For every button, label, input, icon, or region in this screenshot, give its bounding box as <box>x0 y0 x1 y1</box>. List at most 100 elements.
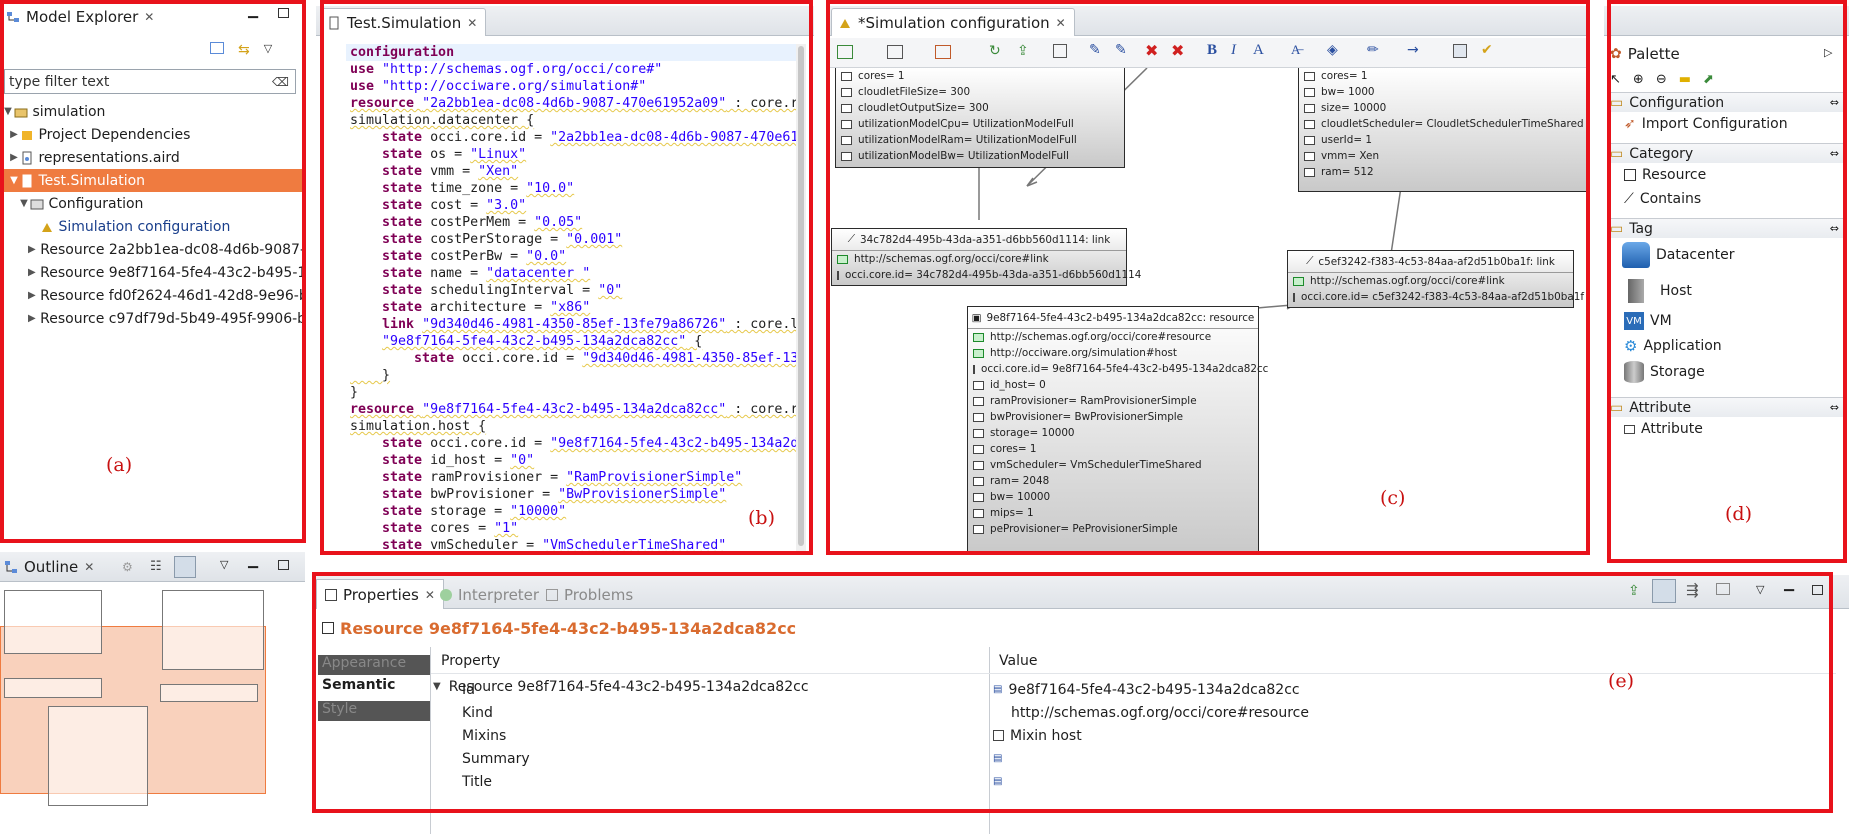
palette-item-datacenter[interactable]: Datacenter <box>1622 242 1734 268</box>
code-line[interactable]: use "http://schemas.ogf.org/occi/core#" <box>350 61 798 78</box>
node-attribute-row[interactable]: bw= 10000 <box>968 489 1258 505</box>
delete-icon[interactable]: ✖ <box>1145 41 1158 60</box>
code-line[interactable]: } <box>350 367 798 384</box>
node-attribute-row[interactable]: bwProvisioner= BwProvisionerSimple <box>968 409 1258 425</box>
palette-item-storage[interactable]: Storage <box>1624 361 1705 383</box>
palette-category-attribute[interactable]: ▭ Attribute ⇔ <box>1610 397 1843 417</box>
diagram-node-cloudlet[interactable]: cores= 1 cloudletFileSize= 300 cloudletOut… <box>835 68 1125 168</box>
node-attribute-row[interactable]: cloudletOutputSize= 300 <box>836 100 1124 116</box>
zoom-in-icon[interactable]: ⊕ <box>1633 72 1644 87</box>
node-attribute-row[interactable]: occi.core.id= c5ef3242-f383-4c53-84aa-af… <box>1288 289 1584 305</box>
node-attribute-row[interactable]: ram= 512 <box>1299 164 1587 180</box>
view-menu-icon[interactable]: ▽ <box>220 558 228 571</box>
code-line[interactable]: state ramProvisioner = "RamProvisionerSi… <box>350 469 798 486</box>
outline-tool-icon[interactable]: ⚙ <box>122 560 133 574</box>
restore-default-icon[interactable] <box>1716 583 1730 595</box>
code-line[interactable]: resource "2a2bb1ea-dc08-4d6b-9087-470e61… <box>350 95 798 112</box>
shape-tool-icon[interactable]: ⬈ <box>1703 72 1714 87</box>
new-property-icon[interactable]: ⇪ <box>1628 583 1640 599</box>
italic-icon[interactable]: I <box>1231 42 1236 59</box>
close-icon[interactable]: ✕ <box>1056 16 1066 30</box>
close-icon[interactable]: ✕ <box>425 588 435 602</box>
code-line[interactable]: state costPerBw = "0.0" <box>350 248 798 265</box>
tree-item-configuration[interactable]: ▼ Configuration <box>0 192 305 215</box>
node-attribute-row[interactable]: occi.core.id= 9e8f7164-5fe4-43c2-b495-13… <box>968 361 1268 377</box>
copy-format-icon[interactable]: ✔ <box>1481 42 1493 58</box>
tree-item-resource-4[interactable]: ▶ Resource c97df79d-5b49-495f-9906-b <box>0 307 305 330</box>
line-color-icon[interactable]: ✏ <box>1367 42 1379 58</box>
select-all-icon[interactable] <box>887 45 903 59</box>
filter-input[interactable]: type filter text ⌫ <box>4 69 296 94</box>
palette-category-configuration[interactable]: ▭ Configuration ⇔ <box>1610 92 1843 112</box>
palette-item-host[interactable]: Host <box>1628 279 1692 303</box>
node-attribute-row[interactable]: http://schemas.ogf.org/occi/core#link <box>1288 273 1573 289</box>
collapse-icon[interactable]: ⇔ <box>1830 147 1839 160</box>
node-attribute-row[interactable]: bw= 1000 <box>1299 84 1587 100</box>
code-line[interactable]: "9e8f7164-5fe4-43c2-b495-134a2dca82cc" { <box>350 333 798 350</box>
editor-vertical-scrollbar[interactable] <box>796 44 806 554</box>
palette-item-application[interactable]: ⚙ Application <box>1624 337 1722 355</box>
tree-item-project-dependencies[interactable]: ▶ Project Dependencies <box>0 123 305 146</box>
filter-icon[interactable]: ⇶ <box>1686 581 1699 599</box>
zoom-out-icon[interactable]: ⊖ <box>1656 72 1667 87</box>
snap-icon[interactable] <box>1453 44 1467 58</box>
code-line[interactable]: simulation.datacenter { <box>350 112 798 129</box>
property-value-kind[interactable]: http://schemas.ogf.org/occi/core#resourc… <box>1011 701 1309 724</box>
palette-item-attribute[interactable]: Attribute <box>1624 421 1703 437</box>
maximize-icon[interactable] <box>278 560 289 570</box>
layers-icon[interactable] <box>935 45 951 59</box>
node-attribute-row[interactable]: vmScheduler= VmSchedulerTimeShared <box>968 457 1258 473</box>
export-icon[interactable]: ⇪ <box>1017 43 1029 59</box>
tree-item-resource-2[interactable]: ▶ Resource 9e8f7164-5fe4-43c2-b495-1 <box>0 261 305 284</box>
node-attribute-row[interactable]: occi.core.id= 34c782d4-495b-43da-a351-d6… <box>832 267 1141 283</box>
diagram-canvas[interactable]: cores= 1 cloudletFileSize= 300 cloudletOut… <box>827 68 1587 554</box>
code-line[interactable]: resource "9e8f7164-5fe4-43c2-b495-134a2d… <box>350 401 798 418</box>
scrollbar-thumb[interactable] <box>798 46 804 546</box>
minimize-icon[interactable]: ▁ <box>248 4 258 19</box>
diagram-node-link-1[interactable]: ⟋ 34c782d4-495b-43da-a351-d6bb560d1114: l… <box>831 228 1141 286</box>
view-menu-icon[interactable]: ▽ <box>264 42 272 58</box>
clear-filter-icon[interactable]: ⌫ <box>272 75 289 89</box>
node-attribute-row[interactable]: cores= 1 <box>968 441 1258 457</box>
tree-item-resource-3[interactable]: ▶ Resource fd0f2624-46d1-42d8-9e96-b <box>0 284 305 307</box>
fill-color-icon[interactable]: ◈ <box>1327 42 1338 58</box>
hide-label-icon[interactable]: ✎ <box>1115 42 1127 58</box>
bold-icon[interactable]: B <box>1207 42 1217 59</box>
arrange-all-icon[interactable] <box>837 45 853 59</box>
side-tab-semantic[interactable]: Semantic <box>318 677 430 699</box>
property-value-mixins[interactable]: Mixin host <box>993 724 1082 747</box>
code-line[interactable]: configuration <box>350 44 798 61</box>
node-title[interactable]: ⟋ 34c782d4-495b-43da-a351-d6bb560d1114: l… <box>832 229 1126 251</box>
note-tool-icon[interactable]: ▬ <box>1679 72 1691 87</box>
code-line[interactable]: state cores = "1" <box>350 520 798 537</box>
node-attribute-row[interactable]: cores= 1 <box>836 68 1124 84</box>
outline-overview-icon[interactable] <box>174 556 196 578</box>
node-attribute-row[interactable]: mips= 1 <box>968 505 1258 521</box>
minimize-icon[interactable]: ▁ <box>248 554 258 569</box>
tab-simulation-configuration[interactable]: *Simulation configuration ✕ <box>831 8 1075 36</box>
node-attribute-row[interactable]: utilizationModelBw= UtilizationModelFull <box>836 148 1124 164</box>
group-row[interactable]: ▼ Resource 9e8f7164-5fe4-43c2-b495-134a2… <box>433 675 809 698</box>
delete-from-model-icon[interactable]: ✖ <box>1171 41 1184 60</box>
node-attribute-row[interactable]: userId= 1 <box>1299 132 1587 148</box>
diagram-node-resource[interactable]: ▣ 9e8f7164-5fe4-43c2-b495-134a2dca82cc: r… <box>967 306 1268 554</box>
diagram-node-link-2[interactable]: ⟋ c5ef3242-f383-4c53-84aa-af2d51b0ba1f: l… <box>1287 250 1584 308</box>
tab-problems[interactable]: Problems <box>546 581 633 609</box>
chevron-down-icon[interactable]: ▼ <box>433 681 441 692</box>
code-line[interactable]: state cost = "3.0" <box>350 197 798 214</box>
palette-category-tag[interactable]: ▭ Tag ⇔ <box>1610 218 1843 238</box>
collapse-icon[interactable]: ⇔ <box>1830 96 1839 109</box>
code-line[interactable]: state id_host = "0" <box>350 452 798 469</box>
font-style-icon[interactable]: A̶ <box>1291 42 1300 58</box>
tree-item-simulation-configuration[interactable]: Simulation configuration <box>0 215 305 238</box>
code-line[interactable]: } <box>350 384 798 401</box>
node-attribute-row[interactable]: ram= 2048 <box>968 473 1258 489</box>
node-attribute-row[interactable]: ramProvisioner= RamProvisionerSimple <box>968 393 1258 409</box>
select-tool-icon[interactable]: ↖ <box>1610 72 1621 87</box>
code-area[interactable]: configuration use "http://schemas.ogf.org… <box>350 44 798 554</box>
code-line[interactable]: state time_zone = "10.0" <box>350 180 798 197</box>
side-tab-appearance[interactable]: Appearance <box>318 655 430 675</box>
tree-item-simulation[interactable]: ▼ simulation <box>0 100 305 123</box>
maximize-icon[interactable] <box>1812 585 1823 595</box>
tab-properties[interactable]: Properties ✕ <box>316 579 444 609</box>
